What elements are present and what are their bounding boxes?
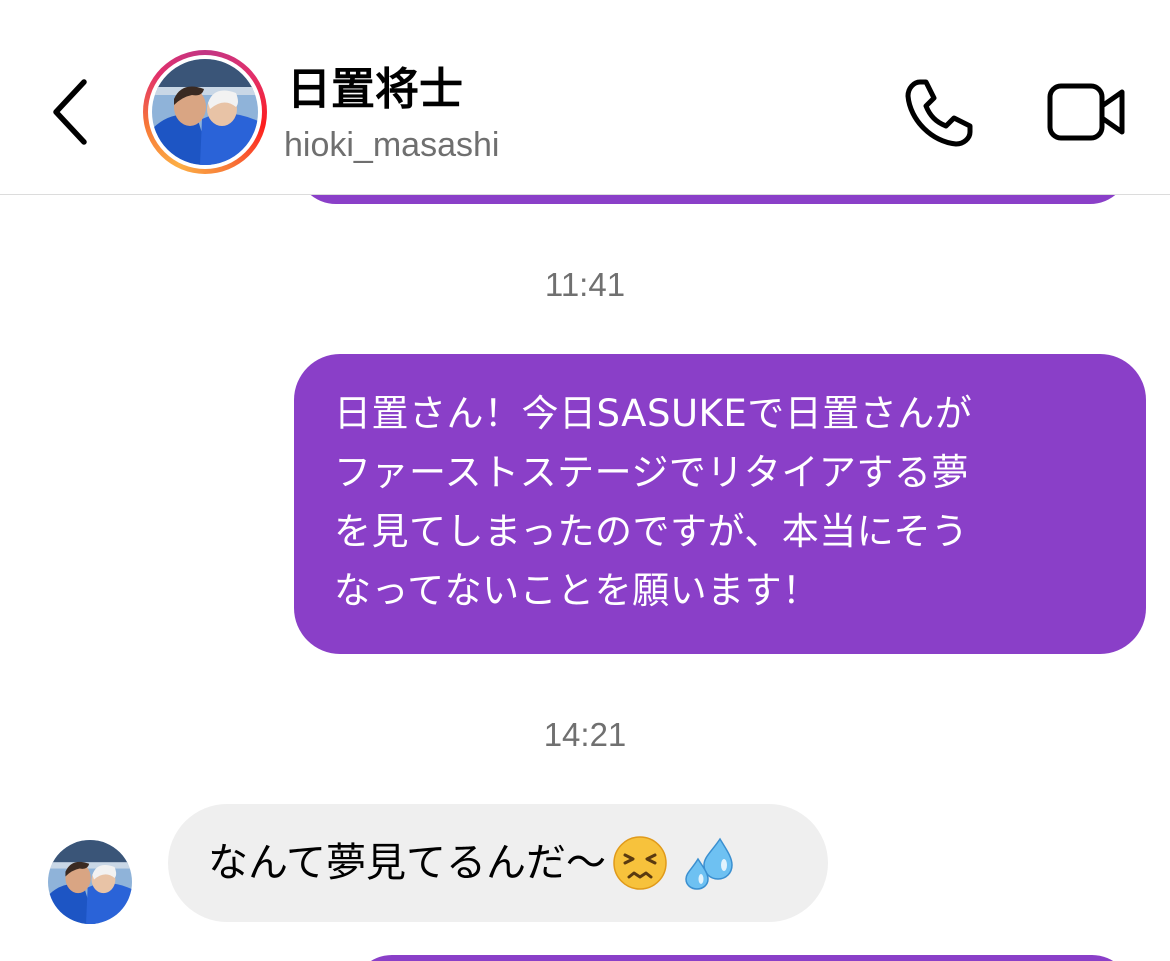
contact-name[interactable]: 日置将士 <box>287 62 463 118</box>
message-timestamp: 14:21 <box>543 716 627 753</box>
message-timestamp: 11:41 <box>544 266 626 303</box>
sender-avatar[interactable] <box>48 840 132 924</box>
chat-header: 日置将士 hioki_masashi <box>0 0 1170 195</box>
phone-icon <box>905 79 973 147</box>
incoming-message-text: なんて夢見てるんだ〜 <box>208 840 606 886</box>
avatar-photo <box>152 59 258 165</box>
chevron-left-icon <box>53 79 87 145</box>
next-outgoing-message-bubble[interactable] <box>352 955 1132 961</box>
back-button[interactable] <box>40 70 104 154</box>
sweat-droplets-emoji <box>685 837 733 890</box>
video-call-button[interactable] <box>1040 74 1130 154</box>
incoming-message-bubble[interactable]: なんて夢見てるんだ〜 <box>168 804 828 922</box>
contact-avatar[interactable] <box>143 50 267 174</box>
video-camera-icon <box>1047 83 1125 141</box>
contact-username[interactable]: hioki_masashi <box>284 124 499 166</box>
persevering-face-emoji <box>613 836 667 890</box>
dm-conversation-screen: 日置将士 hioki_masashi 11:41 日置さん！今日SASUKEで日… <box>0 0 1170 961</box>
outgoing-message-text: 日置さん！今日SASUKEで日置さんが ファーストステージでリタイアする夢 を見… <box>334 392 973 612</box>
outgoing-message-bubble[interactable]: 日置さん！今日SASUKEで日置さんが ファーストステージでリタイアする夢 を見… <box>294 354 1146 654</box>
audio-call-button[interactable] <box>898 74 978 154</box>
